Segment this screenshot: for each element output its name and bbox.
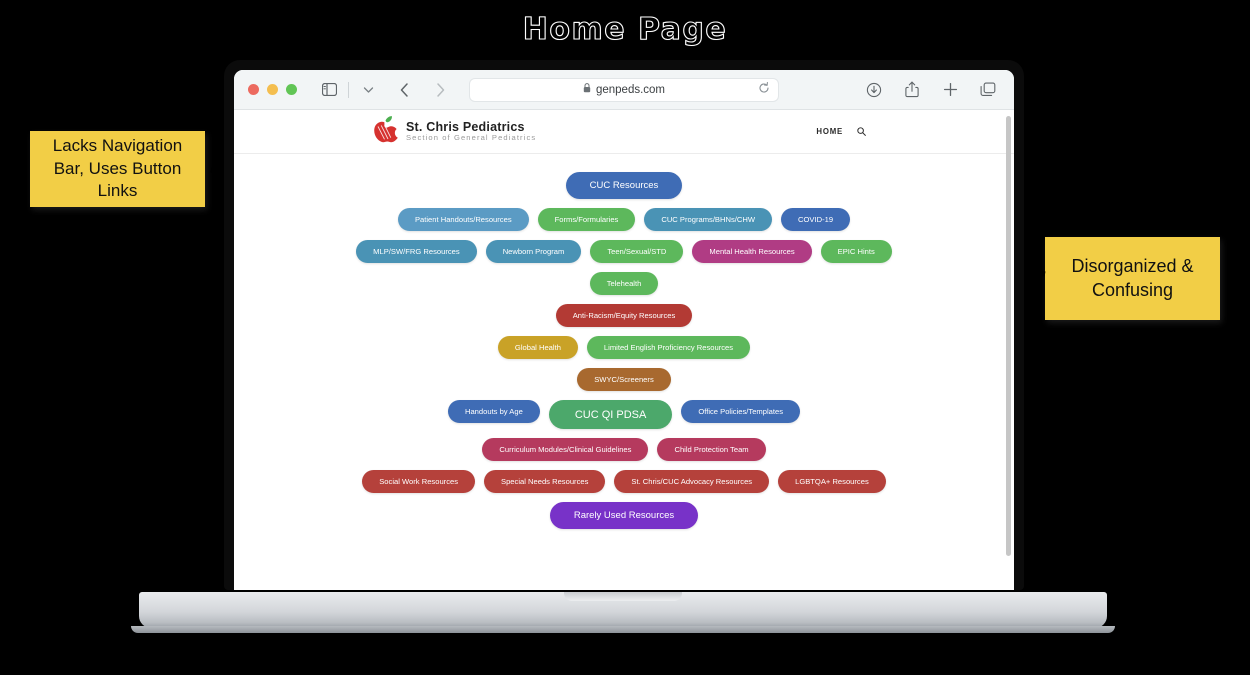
resource-button[interactable]: St. Chris/CUC Advocacy Resources xyxy=(614,470,770,493)
button-row: Patient Handouts/Resources Forms/Formular… xyxy=(397,208,851,231)
resource-button[interactable]: Rarely Used Resources xyxy=(549,502,699,529)
resource-button-grid: CUC Resources Patient Handouts/Resources F… xyxy=(234,154,1014,529)
toolbar-divider xyxy=(348,81,349,98)
page-title: Home Page xyxy=(522,11,728,47)
web-page-content: St. Chris Pediatrics Section of General … xyxy=(234,110,1014,590)
brand-text: St. Chris Pediatrics Section of General … xyxy=(406,120,536,143)
annotation-note-right-text: Disorganized & Confusing xyxy=(1071,255,1194,300)
brand-title: St. Chris Pediatrics xyxy=(406,120,525,135)
laptop-notch xyxy=(564,592,682,601)
back-arrow-icon[interactable] xyxy=(392,78,416,102)
laptop-screen-bezel: genpeds.com St. Chris Pediatrics Section… xyxy=(224,60,1024,590)
share-icon[interactable] xyxy=(900,78,924,102)
button-row: Global Health Limited English Proficiency… xyxy=(497,336,751,359)
laptop-base xyxy=(139,592,1107,628)
annotation-note-right: Disorganized & Confusing xyxy=(1045,237,1220,320)
page-scrollbar[interactable] xyxy=(1006,116,1011,556)
resource-button[interactable]: Mental Health Resources xyxy=(692,240,812,263)
resource-button[interactable]: Curriculum Modules/Clinical Guidelines xyxy=(482,438,649,461)
toolbar-right-group xyxy=(862,78,1000,102)
sidebar-toggle-icon[interactable] xyxy=(317,78,341,102)
resource-button[interactable]: CUC Resources xyxy=(565,172,683,199)
forward-arrow-icon[interactable] xyxy=(428,78,452,102)
brand-subtitle: Section of General Pediatrics xyxy=(406,133,537,143)
button-row: Rarely Used Resources xyxy=(549,502,699,529)
maximize-window-button[interactable] xyxy=(286,84,297,95)
button-row: Anti-Racism/Equity Resources xyxy=(555,304,693,327)
resource-button[interactable]: Social Work Resources xyxy=(362,470,476,493)
button-row: Handouts by Age CUC QI PDSA Office Policie… xyxy=(447,400,801,429)
resource-button[interactable]: LGBTQA+ Resources xyxy=(778,470,886,493)
window-controls xyxy=(248,84,297,95)
new-tab-plus-icon[interactable] xyxy=(938,78,962,102)
resource-button[interactable]: Handouts by Age xyxy=(447,400,540,423)
resource-button[interactable]: Telehealth xyxy=(589,272,659,295)
slide-canvas: Home Page Lacks Navigation Bar, Uses But… xyxy=(0,0,1250,675)
resource-button[interactable]: Forms/Formularies xyxy=(537,208,636,231)
resource-button[interactable]: SWYC/Screeners xyxy=(577,368,671,391)
resource-button[interactable]: Limited English Proficiency Resources xyxy=(586,336,751,359)
resource-button[interactable]: Office Policies/Templates xyxy=(681,400,801,423)
resource-button[interactable]: EPIC Hints xyxy=(820,240,892,263)
annotation-note-left-text: Lacks Navigation Bar, Uses Button Links xyxy=(52,136,183,201)
resource-button[interactable]: Child Protection Team xyxy=(657,438,766,461)
button-row: Curriculum Modules/Clinical Guidelines Ch… xyxy=(482,438,766,461)
site-brand[interactable]: St. Chris Pediatrics Section of General … xyxy=(372,115,536,148)
site-header: St. Chris Pediatrics Section of General … xyxy=(234,110,1014,154)
button-row: Social Work Resources Special Needs Resou… xyxy=(362,470,886,493)
resource-button[interactable]: CUC Programs/BHNs/CHW xyxy=(644,208,773,231)
address-bar-url: genpeds.com xyxy=(595,83,666,96)
apple-logo-icon xyxy=(372,115,398,148)
close-window-button[interactable] xyxy=(248,84,259,95)
address-bar[interactable]: genpeds.com xyxy=(469,77,779,102)
resource-button[interactable]: Special Needs Resources xyxy=(484,470,606,493)
resource-button[interactable]: Patient Handouts/Resources xyxy=(397,208,529,231)
annotation-note-left: Lacks Navigation Bar, Uses Button Links xyxy=(30,131,205,207)
chevron-down-icon[interactable] xyxy=(356,78,380,102)
button-row: CUC Resources xyxy=(565,172,683,199)
resource-button[interactable]: MLP/SW/FRG Resources xyxy=(356,240,477,263)
browser-window: genpeds.com St. Chris Pediatrics Section… xyxy=(234,70,1014,590)
button-row: Telehealth xyxy=(589,272,659,295)
site-nav: HOME xyxy=(816,123,866,141)
toolbar-left-group xyxy=(317,78,452,102)
resource-button[interactable]: Teen/Sexual/STD xyxy=(590,240,684,263)
resource-button[interactable]: COVID-19 xyxy=(781,208,851,231)
button-row: SWYC/Screeners xyxy=(577,368,671,391)
lock-icon xyxy=(583,83,591,96)
resource-button[interactable]: Global Health xyxy=(497,336,578,359)
resource-button[interactable]: Newborn Program xyxy=(485,240,582,263)
minimize-window-button[interactable] xyxy=(267,84,278,95)
button-row: MLP/SW/FRG Resources Newborn Program Teen/… xyxy=(356,240,892,263)
laptop-foot xyxy=(131,626,1115,633)
tab-overview-icon[interactable] xyxy=(976,78,1000,102)
resource-button[interactable]: Anti-Racism/Equity Resources xyxy=(555,304,693,327)
download-icon[interactable] xyxy=(862,78,886,102)
search-icon[interactable] xyxy=(857,123,866,141)
reload-icon[interactable] xyxy=(758,81,770,97)
resource-button[interactable]: CUC QI PDSA xyxy=(548,400,673,429)
browser-toolbar: genpeds.com xyxy=(234,70,1014,110)
nav-item-home[interactable]: HOME xyxy=(816,127,843,136)
